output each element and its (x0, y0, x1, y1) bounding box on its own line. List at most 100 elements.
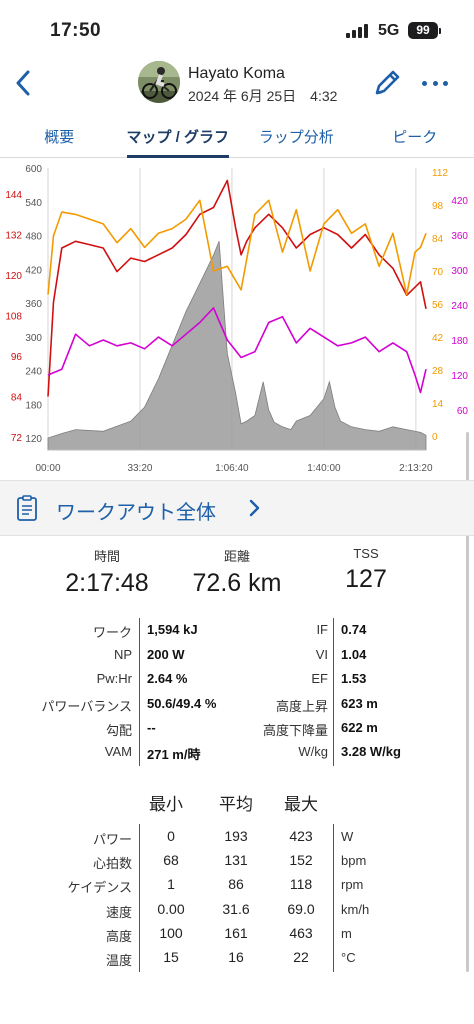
max-value: 22 (293, 949, 309, 965)
stat-value: 200 W (147, 647, 185, 662)
header-max: 最大 (284, 795, 318, 814)
workout-summary-label: ワークアウト全体 (56, 502, 216, 524)
min-value: 68 (163, 852, 179, 868)
stat-label: 高度下降量 (262, 723, 328, 738)
workout-date: 2024 年 6月 25日 4:32 (188, 88, 338, 104)
metric-duration: 時間 2:17:48 (32, 546, 182, 598)
stat-label: VI (315, 647, 328, 662)
x-axis-tick: 33:20 (127, 463, 152, 474)
max-value: 118 (289, 876, 313, 892)
avatar[interactable] (138, 61, 180, 103)
power-axis-tick: 180 (25, 400, 42, 411)
clipboard-icon (17, 495, 37, 521)
min-value: 0.00 (157, 901, 185, 917)
x-axis-tick: 1:40:00 (307, 463, 341, 474)
stat-row: NP 200 W VI 1.04 (0, 643, 474, 667)
back-button[interactable] (8, 68, 38, 98)
stat-value: 1,594 kJ (147, 622, 198, 637)
x-axis-tick: 00:00 (35, 463, 60, 474)
cadence-axis-tick: 84 (432, 234, 444, 245)
x-axis-tick: 2:13:20 (399, 463, 433, 474)
chevron-right-icon (249, 499, 260, 517)
speed-axis-tick: 180 (451, 336, 468, 347)
tab-bar: 概要 マップ / グラフ ラップ分析 ピーク (0, 110, 474, 158)
max-value: 423 (289, 828, 313, 844)
heart-rate-line (47, 179, 427, 397)
cadence-axis-tick: 56 (432, 300, 444, 311)
speed-axis-tick: 60 (457, 406, 469, 417)
row-label: パワー (92, 832, 132, 847)
metric-value: 72.6 km (192, 569, 282, 597)
hr-axis-tick: 108 (5, 312, 22, 323)
battery-icon: 99 (408, 22, 438, 39)
stat-value: 623 m (341, 696, 378, 711)
metric-tss: TSS 127 (291, 546, 441, 594)
power-axis-tick: 360 (25, 299, 42, 310)
power-axis-tick: 540 (25, 198, 42, 209)
hr-axis-tick: 72 (11, 433, 23, 444)
power-axis-tick: 600 (25, 164, 42, 175)
avg-value: 131 (224, 852, 248, 868)
row-label: 高度 (105, 929, 132, 944)
stat-label: 勾配 (105, 723, 132, 738)
pencil-icon (375, 70, 400, 95)
workout-summary-row[interactable]: ワークアウト全体 (0, 480, 474, 536)
network-type: 5G (378, 22, 400, 39)
min-value: 100 (159, 925, 183, 941)
stat-row: パワーバランス 50.6/49.4 % 高度上昇 623 m (0, 692, 474, 716)
cadence-axis-tick: 14 (432, 399, 444, 410)
x-axis-tick: 1:06:40 (215, 463, 249, 474)
cadence-axis-tick: 0 (432, 432, 438, 443)
stat-value: 1.53 (341, 671, 367, 686)
cadence-line (47, 199, 427, 296)
min-value: 0 (167, 828, 175, 844)
user-name: Hayato Koma (188, 65, 285, 82)
avg-value: 86 (228, 876, 244, 892)
stat-label: Pw:Hr (96, 671, 132, 686)
tab-overview[interactable]: 概要 (0, 110, 119, 157)
avg-value: 31.6 (222, 901, 250, 917)
row-label: 速度 (105, 905, 132, 920)
hr-axis-tick: 144 (5, 190, 22, 201)
cadence-axis-tick: 112 (432, 168, 448, 179)
metric-label: 時間 (93, 549, 120, 564)
status-bar: 17:50 5G 99 (0, 0, 474, 58)
speed-line (47, 307, 427, 394)
row-label: 温度 (105, 953, 132, 968)
metric-label: TSS (353, 546, 379, 561)
avg-value: 193 (224, 828, 248, 844)
metric-value: 2:17:48 (65, 569, 149, 597)
stat-value: 271 m/時 (147, 747, 201, 762)
max-value: 69.0 (287, 901, 315, 917)
power-axis-tick: 480 (25, 232, 42, 243)
max-value: 152 (289, 852, 313, 868)
unit: °C (341, 950, 356, 965)
tab-peaks[interactable]: ピーク (356, 110, 474, 157)
hr-axis-tick: 120 (5, 271, 22, 282)
speed-axis-tick: 360 (451, 231, 468, 242)
stat-row: VAM 271 m/時 W/kg 3.28 W/kg (0, 740, 474, 764)
edit-button[interactable] (372, 68, 402, 98)
stat-value: 50.6/49.4 % (147, 696, 217, 711)
cadence-axis-tick: 42 (432, 333, 444, 344)
speed-axis-tick: 300 (451, 266, 468, 277)
workout-chart[interactable]: 600 540 480 420 360 300 240 180 120 144 132 120 108 9… (0, 158, 474, 478)
stat-label: W/kg (298, 744, 328, 759)
power-axis-tick: 300 (25, 333, 42, 344)
row-label: ケイデンス (67, 880, 132, 895)
stat-label: ワーク (92, 625, 132, 640)
avg-value: 161 (224, 925, 248, 941)
stat-label: IF (316, 622, 328, 637)
stats-row-speed: 速度 0.00 31.6 69.0 km/h (0, 899, 474, 923)
header-avg: 平均 (219, 795, 253, 814)
tab-map-graph[interactable]: マップ / グラフ (119, 110, 238, 158)
speed-axis-tick: 120 (451, 371, 468, 382)
metric-distance: 距離 72.6 km (162, 546, 312, 598)
tab-lap-analysis[interactable]: ラップ分析 (237, 110, 356, 157)
unit: W (341, 829, 354, 844)
unit: m (341, 926, 352, 941)
stats-row-heart-rate: 心拍数 68 131 152 bpm (0, 850, 474, 874)
more-button[interactable] (418, 70, 452, 96)
unit: rpm (341, 877, 364, 892)
cadence-axis-tick: 70 (432, 267, 444, 278)
